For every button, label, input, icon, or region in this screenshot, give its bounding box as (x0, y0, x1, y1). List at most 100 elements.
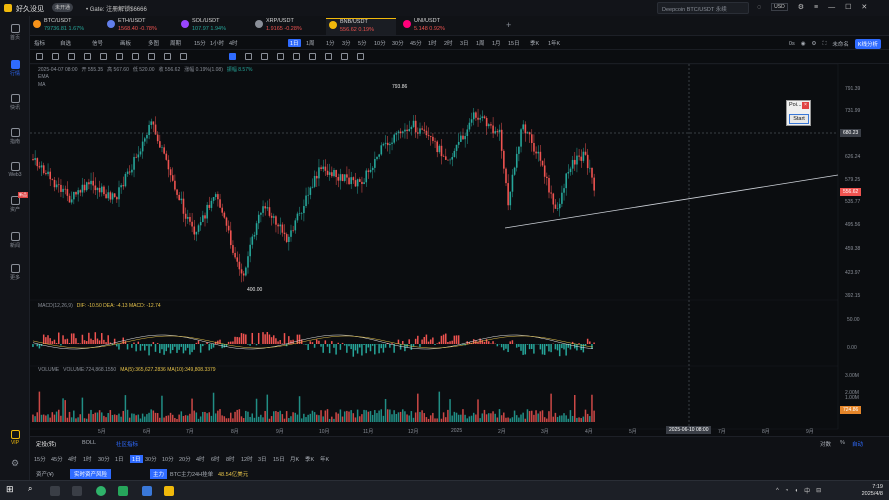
period-45min[interactable]: 45分 (410, 39, 422, 47)
favorites-button[interactable]: 自选 (60, 39, 71, 47)
file-explorer-icon[interactable] (72, 486, 82, 496)
period-season[interactable]: 季K (530, 39, 539, 47)
trend-line[interactable] (504, 174, 839, 229)
period-1min[interactable]: 1分 (326, 39, 335, 47)
popup-start-button[interactable]: Start (789, 114, 809, 124)
bottom-period-item[interactable]: 年K (320, 455, 329, 463)
period-year[interactable]: 1年K (548, 39, 560, 47)
bottom-tab-boll[interactable]: BOLL (82, 440, 96, 446)
language-icon[interactable]: 中 (804, 486, 810, 495)
sidebar-item-newspaper[interactable]: 新闻 (0, 232, 30, 249)
ma-legend[interactable]: MA (38, 82, 46, 88)
sidebar-item-guide[interactable]: 指南 (0, 128, 30, 145)
period-1hr[interactable]: 1时 (428, 39, 437, 47)
fibonacci-icon[interactable] (132, 53, 139, 60)
bottom-period-item[interactable]: 15分 (34, 455, 46, 463)
signal-button[interactable]: 信号 (92, 39, 103, 47)
minimize-icon[interactable]: — (828, 4, 835, 11)
account-badge[interactable]: 未开通 (52, 3, 74, 12)
app-icon[interactable] (142, 486, 152, 496)
auto-scale-toggle[interactable]: 自动 (852, 440, 863, 448)
text-icon[interactable] (164, 53, 171, 60)
copy-icon[interactable] (357, 53, 364, 60)
trash-icon[interactable] (309, 53, 316, 60)
bottom-tab-dca[interactable]: 定投(转) (36, 440, 56, 448)
bell-icon[interactable]: ◌ (757, 4, 761, 11)
channel-icon[interactable] (116, 53, 123, 60)
bottom-period-item[interactable]: 4时 (196, 455, 205, 463)
input-icon[interactable]: ⊟ (816, 487, 821, 494)
period-1d[interactable]: 1日 (288, 39, 301, 47)
period-10min[interactable]: 10分 (374, 39, 386, 47)
crosshair-icon[interactable] (68, 53, 75, 60)
chevron-up-icon[interactable]: ^ (776, 488, 779, 494)
layout-name[interactable]: 未命名 (832, 40, 849, 48)
menu-icon[interactable]: ≡ (814, 4, 818, 11)
indicator-button[interactable]: 指标 (34, 39, 45, 47)
bottom-period-item[interactable]: 4时 (68, 455, 77, 463)
drawing-board-button[interactable]: 画板 (120, 39, 131, 47)
bottom-period-item[interactable]: 1日 (115, 455, 124, 463)
ticker-tab-btc[interactable]: BTC/USDT 79736.81 1.67% (30, 18, 100, 35)
popup-close-icon[interactable]: × (802, 102, 809, 109)
sidebar-item-market[interactable]: 行情 (0, 60, 30, 77)
list-icon[interactable] (52, 53, 59, 60)
bottom-period-item[interactable]: 15日 (273, 455, 285, 463)
fullscreen-icon[interactable]: ⛶ (822, 41, 826, 48)
price-chart[interactable] (30, 64, 889, 436)
period-2hr[interactable]: 2时 (444, 39, 453, 47)
search-icon[interactable]: ⌕ (28, 484, 38, 494)
chrome-icon[interactable] (96, 486, 106, 496)
log-scale-toggle[interactable]: 对数 (820, 440, 831, 448)
period-1h[interactable]: 1小时 (210, 39, 224, 47)
period-1month[interactable]: 1月 (492, 39, 501, 47)
multi-chart-button[interactable]: 多图 (148, 39, 159, 47)
bottom-period-item[interactable]: 6时 (211, 455, 220, 463)
magnet-icon[interactable] (261, 53, 268, 60)
currency-select[interactable]: USD (771, 3, 788, 11)
bottom-period-item[interactable]: 1日 (130, 455, 143, 463)
settings-icon[interactable]: ⚙ (812, 41, 817, 47)
asset-risk-button[interactable]: 实时资产风险 (70, 469, 112, 479)
ticker-tab-sol[interactable]: SOL/USDT 107.97 1.94% (178, 18, 248, 35)
menu-icon[interactable] (36, 53, 43, 60)
settings-icon[interactable]: ⚙ (798, 3, 804, 11)
close-icon[interactable]: ✕ (861, 3, 867, 11)
settings-gear-button[interactable]: ⚙ (0, 458, 30, 469)
sidebar-item-more[interactable]: 更多 (0, 264, 30, 281)
period-15m[interactable]: 15分 (194, 39, 206, 47)
wechat-icon[interactable] (118, 486, 128, 496)
kline-analysis-button[interactable]: K线分析 (854, 39, 881, 49)
eye-icon[interactable] (293, 53, 300, 60)
lock-icon[interactable] (277, 53, 284, 60)
bottom-period-item[interactable]: 月K (290, 455, 299, 463)
network-icon[interactable]: ◔ (785, 488, 789, 494)
period-1week[interactable]: 1周 (476, 39, 485, 47)
announcement-link[interactable]: • Gate: 注册解锁$6666 (86, 4, 147, 13)
ticker-tab-uni[interactable]: UNI/USDT 5.148 0.92% (400, 18, 470, 35)
bottom-period-item[interactable]: 10分 (162, 455, 174, 463)
bottom-period-item[interactable]: 30分 (145, 455, 157, 463)
volume-icon[interactable]: ◖ (794, 488, 798, 494)
ema-legend[interactable]: EMA (38, 74, 49, 80)
selected-tool-icon[interactable] (229, 53, 236, 60)
sidebar-item-web3[interactable]: Web3 (0, 162, 30, 178)
brush-icon[interactable] (245, 53, 252, 60)
ticker-tab-eth[interactable]: ETH/USDT 1568.40 -0.78% (104, 18, 174, 35)
search-input[interactable]: Deepcoin BTC/USDT 永续 (657, 2, 749, 14)
pattern-icon[interactable] (148, 53, 155, 60)
bottom-period-item[interactable]: 3日 (258, 455, 267, 463)
sidebar-item-assets[interactable]: 资产 新品 (0, 192, 30, 213)
ticker-tab-xrp[interactable]: XRP/USDT 1.9165 -0.28% (252, 18, 322, 35)
period-button[interactable]: 周期 (170, 39, 181, 47)
bottom-period-item[interactable]: 30分 (98, 455, 110, 463)
bottom-period-item[interactable]: 8时 (226, 455, 235, 463)
maximize-icon[interactable]: ☐ (845, 3, 851, 11)
period-30min[interactable]: 30分 (392, 39, 404, 47)
bottom-period-item[interactable]: 1时 (83, 455, 92, 463)
sidebar-item-vip[interactable]: VIP (0, 430, 30, 446)
bottom-period-item[interactable]: 季K (305, 455, 314, 463)
sidebar-item-home[interactable]: 首页 (0, 24, 30, 41)
sidebar-item-news-flash[interactable]: 快讯 (0, 94, 30, 111)
trading-app-icon[interactable] (164, 486, 174, 496)
